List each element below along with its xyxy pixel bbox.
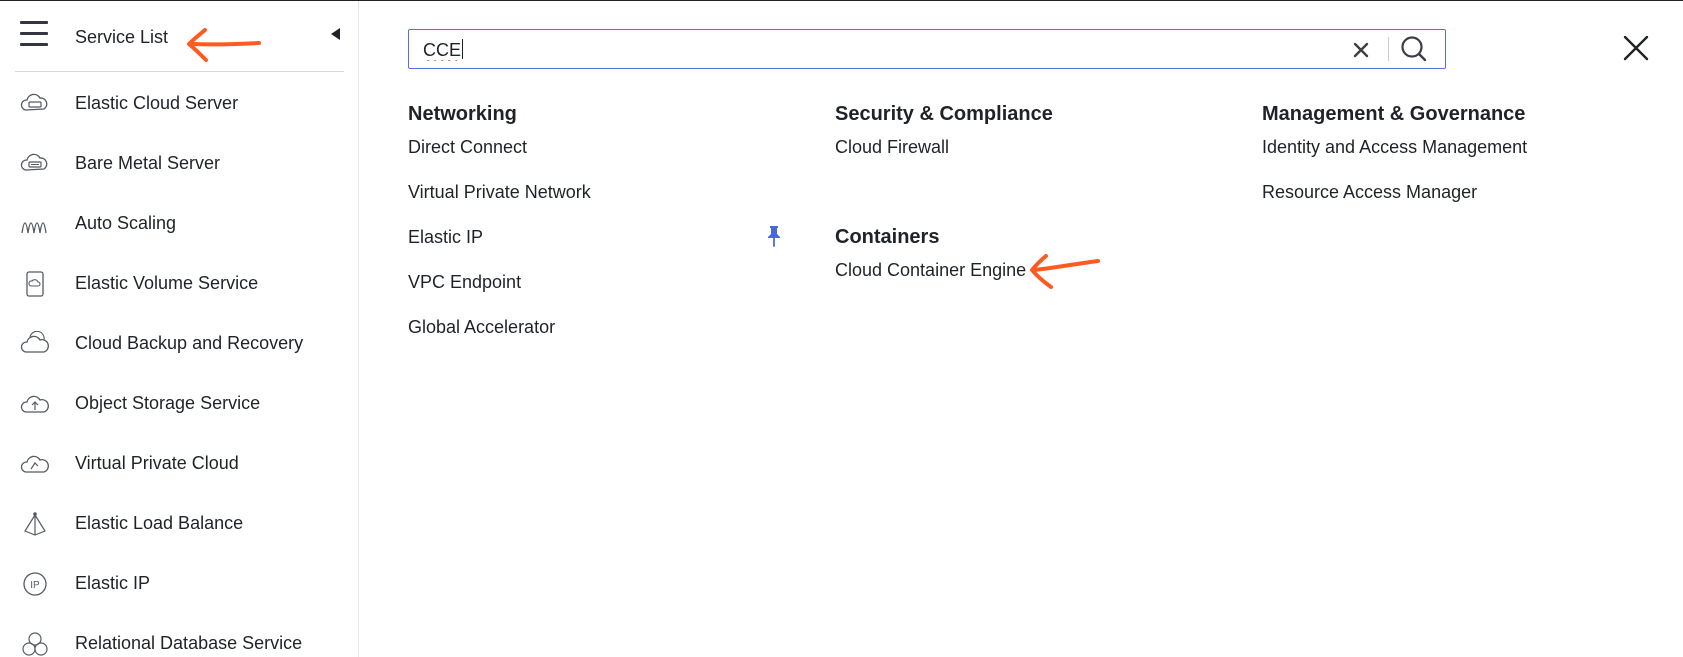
sidebar-item-relational-database-service[interactable]: Relational Database Service [0, 613, 358, 657]
sidebar-header: Service List [0, 1, 359, 72]
sidebar-item-bare-metal-server[interactable]: Bare Metal Server [0, 133, 358, 193]
backup-cloud-icon [20, 331, 49, 353]
sidebar-item-label: Auto Scaling [75, 213, 177, 233]
category-links: Identity and Access Management Resource … [1262, 137, 1527, 227]
pin-icon[interactable] [766, 225, 782, 247]
annotation-arrow-icon [187, 28, 261, 62]
sidebar: Service List Elastic Cloud Server Bare M… [0, 1, 359, 657]
collapse-sidebar-icon[interactable] [331, 28, 340, 40]
load-balance-icon [24, 512, 46, 536]
category-title: Networking [408, 103, 517, 125]
service-link-global-accelerator[interactable]: Global Accelerator [408, 317, 591, 362]
service-list-page: Service List Elastic Cloud Server Bare M… [0, 0, 1683, 657]
sidebar-title: Service List [75, 27, 169, 47]
sidebar-list: Elastic Cloud Server Bare Metal Server A… [0, 73, 358, 657]
category-links: Cloud Container Engine [835, 260, 1026, 305]
service-link-identity-and-access-management[interactable]: Identity and Access Management [1262, 137, 1527, 182]
category-networking: Networking Direct Connect Virtual Privat… [408, 103, 591, 362]
database-icon [22, 632, 48, 656]
category-title: Security & Compliance [835, 103, 1053, 125]
vpc-cloud-icon [20, 455, 49, 473]
svg-text:IP: IP [30, 580, 40, 591]
sidebar-item-label: Elastic Load Balance [75, 513, 244, 533]
service-link-direct-connect[interactable]: Direct Connect [408, 137, 591, 182]
service-link-vpc-endpoint[interactable]: VPC Endpoint [408, 272, 591, 317]
sidebar-item-label: Elastic IP [75, 573, 151, 593]
service-link-virtual-private-network[interactable]: Virtual Private Network [408, 182, 591, 227]
category-links: Direct Connect Virtual Private Network E… [408, 137, 591, 362]
sidebar-item-label: Elastic Volume Service [75, 273, 259, 293]
server-cloud-icon [20, 93, 48, 111]
sidebar-item-elastic-ip[interactable]: IP Elastic IP [0, 553, 358, 613]
sidebar-item-cloud-backup-and-recovery[interactable]: Cloud Backup and Recovery [0, 313, 358, 373]
sidebar-divider [15, 71, 344, 72]
sidebar-item-label: Relational Database Service [75, 633, 303, 653]
annotation-arrow-icon [1030, 254, 1100, 289]
bare-metal-cloud-icon [20, 153, 48, 171]
service-link-elastic-ip[interactable]: Elastic IP [408, 227, 591, 272]
sidebar-item-label: Bare Metal Server [75, 153, 221, 173]
main-panel: Networking Direct Connect Virtual Privat… [359, 1, 1683, 657]
sidebar-item-virtual-private-cloud[interactable]: Virtual Private Cloud [0, 433, 358, 493]
search-box [408, 29, 1446, 69]
sidebar-item-auto-scaling[interactable]: Auto Scaling [0, 193, 358, 253]
search-input[interactable] [423, 38, 1303, 62]
category-links: Cloud Firewall [835, 137, 1053, 182]
sidebar-item-elastic-volume-service[interactable]: Elastic Volume Service [0, 253, 358, 313]
sidebar-item-elastic-load-balance[interactable]: Elastic Load Balance [0, 493, 358, 553]
text-caret [462, 39, 463, 59]
category-containers: Containers Cloud Container Engine [835, 226, 1026, 305]
service-link-resource-access-manager[interactable]: Resource Access Manager [1262, 182, 1527, 227]
sidebar-item-object-storage-service[interactable]: Object Storage Service [0, 373, 358, 433]
menu-icon[interactable] [20, 21, 48, 47]
sidebar-item-label: Object Storage Service [75, 393, 261, 413]
category-title: Management & Governance [1262, 103, 1526, 125]
category-title: Containers [835, 226, 940, 248]
service-link-cloud-container-engine[interactable]: Cloud Container Engine [835, 260, 1026, 305]
category-management-governance: Management & Governance Identity and Acc… [1262, 103, 1527, 227]
sidebar-item-label: Virtual Private Cloud [75, 453, 239, 473]
volume-icon [26, 271, 44, 297]
category-security-compliance: Security & Compliance Cloud Firewall [835, 103, 1053, 182]
sidebar-item-label: Elastic Cloud Server [75, 93, 239, 113]
clear-search-icon[interactable] [1350, 39, 1372, 61]
sidebar-item-label: Cloud Backup and Recovery [75, 333, 304, 353]
ip-icon: IP [23, 572, 47, 596]
search-separator [1388, 37, 1389, 61]
storage-cloud-icon [20, 395, 49, 413]
auto-scaling-icon [21, 222, 47, 234]
close-icon[interactable] [1621, 33, 1651, 63]
sidebar-item-elastic-cloud-server[interactable]: Elastic Cloud Server [0, 73, 358, 133]
search-icon[interactable] [1399, 35, 1429, 63]
service-link-cloud-firewall[interactable]: Cloud Firewall [835, 137, 1053, 182]
